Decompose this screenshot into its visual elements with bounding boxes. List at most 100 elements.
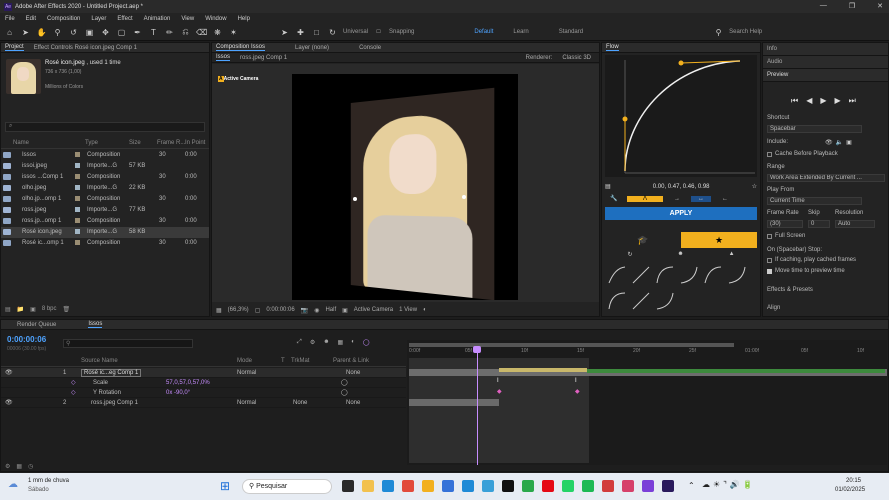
subtab-issos[interactable]: Issos xyxy=(216,54,231,61)
shortcut-dropdown[interactable]: Spacebar xyxy=(767,125,862,133)
hand-tool-icon[interactable]: ✋ xyxy=(36,28,47,37)
layer-name[interactable]: ross.jpeg Comp 1 xyxy=(91,400,138,406)
reset-exposure-icon[interactable]: ◐ xyxy=(423,307,427,313)
netflix-icon[interactable] xyxy=(542,480,554,492)
interpret-footage-icon[interactable]: ▤ xyxy=(5,306,11,313)
timeline-track-area[interactable]: 0:00f 05f 10f 15f 20f 25f 01:00f 05f 10f I I ◆ ◆ xyxy=(407,340,887,465)
selection-tool-icon[interactable]: ➤ xyxy=(20,28,31,37)
whatsapp-icon[interactable] xyxy=(562,480,574,492)
include-audio-icon[interactable]: 🔈 xyxy=(836,139,843,146)
keyframe-nav-icon[interactable]: ◇ xyxy=(71,389,76,396)
ease-toggle-icon[interactable]: Λ xyxy=(627,195,663,202)
menu-file[interactable]: File xyxy=(5,16,15,22)
resolution-dropdown[interactable]: Auto xyxy=(835,220,875,228)
refresh-icon[interactable]: ↻ xyxy=(627,251,632,261)
subtab-ross-comp[interactable]: ross.jpeg Comp 1 xyxy=(240,55,287,61)
shy-icon[interactable]: ☻ xyxy=(323,339,329,346)
render-time-icon[interactable]: ◷ xyxy=(28,463,33,470)
snapping-label[interactable]: Snapping xyxy=(389,29,414,35)
mail-icon[interactable] xyxy=(462,480,474,492)
tab-issos-timeline[interactable]: Issos xyxy=(88,321,103,328)
type-tool-icon[interactable]: T xyxy=(148,28,159,37)
app-icon-c[interactable] xyxy=(602,480,614,492)
taskbar-search-field[interactable]: ⚲ Pesquisar xyxy=(242,479,332,494)
after-effects-icon[interactable] xyxy=(662,480,674,492)
bezier-values-field[interactable]: 0.00, 0.47, 0.46, 0.98 xyxy=(617,184,746,190)
menu-composition[interactable]: Composition xyxy=(47,16,80,22)
header-in-point[interactable]: In Point xyxy=(185,140,205,146)
prev-frame-icon[interactable]: ◀ xyxy=(806,96,812,106)
range-dropdown[interactable]: Work Area Extended By Current ... xyxy=(767,174,885,182)
project-item-row[interactable]: olho.jpeg Importe...G 22 KB xyxy=(1,183,209,194)
tab-flow[interactable]: Flow xyxy=(606,44,619,51)
zoom-dropdown[interactable]: (66,3%) xyxy=(228,307,249,313)
motion-blur-icon[interactable]: ◐ xyxy=(351,339,355,346)
brush-tool-icon[interactable]: ✏ xyxy=(164,28,175,37)
keyframe-scale-a[interactable]: I xyxy=(497,378,499,384)
layer-parent[interactable]: None xyxy=(346,370,360,376)
weather-text[interactable]: 1 mm de chuva xyxy=(28,478,69,484)
both-arrow-icon[interactable]: ↔ xyxy=(691,195,711,202)
toggle-switches-icon[interactable]: ⚙ xyxy=(5,463,10,470)
include-overlay-icon[interactable]: ▣ xyxy=(846,139,852,146)
chrome-icon[interactable] xyxy=(402,480,414,492)
project-item-row[interactable]: olho.jp...omp 1 Composition 30 0:00 xyxy=(1,194,209,205)
tray-chevron-icon[interactable]: ⌃ xyxy=(688,481,695,490)
weather-icon[interactable]: ☁ xyxy=(8,479,18,490)
grid-icon[interactable]: ▦ xyxy=(216,307,222,314)
orbit-icon[interactable]: ↻ xyxy=(327,28,338,37)
layer-photo[interactable] xyxy=(350,87,495,301)
spotify-icon[interactable] xyxy=(582,480,594,492)
layer-parent[interactable]: None xyxy=(346,400,360,406)
project-item-row[interactable]: issos ...Comp 1 Composition 30 0:00 xyxy=(1,172,209,183)
workspace-default[interactable]: Default xyxy=(474,29,493,35)
move-time-checkbox[interactable] xyxy=(767,268,772,274)
playhead-handle[interactable] xyxy=(473,346,481,353)
rotate-tool-icon[interactable]: ↺ xyxy=(68,28,79,37)
workspace-learn[interactable]: Learn xyxy=(513,29,528,35)
audio-panel-header[interactable]: Audio xyxy=(767,59,782,65)
layer-2-bar[interactable] xyxy=(409,399,499,406)
photos-icon[interactable] xyxy=(482,480,494,492)
warning-icon[interactable]: ▲ xyxy=(729,251,735,261)
favorites-star-icon[interactable]: ★ xyxy=(681,232,757,248)
layer-row-1[interactable]: 👁 1 Rosé ic...eg Comp 1 Normal None xyxy=(1,368,406,378)
curve-graph[interactable] xyxy=(605,55,757,177)
copy-icon[interactable]: ▤ xyxy=(605,183,611,190)
playhead[interactable] xyxy=(477,347,478,465)
draft-3d-icon[interactable]: ⚙ xyxy=(310,339,315,346)
transparency-icon[interactable]: ▣ xyxy=(342,307,348,314)
visibility-icon[interactable]: 👁 xyxy=(5,369,13,376)
header-frame-rate[interactable]: Frame R... xyxy=(157,140,185,146)
graduation-cap-icon[interactable]: 🎓 xyxy=(605,232,681,248)
header-size[interactable]: Size xyxy=(129,140,141,146)
workspace-standard[interactable]: Standard xyxy=(559,29,583,35)
frame-blend-icon[interactable]: ▦ xyxy=(338,339,344,346)
trash-icon[interactable]: 🗑 xyxy=(63,306,71,313)
store-icon[interactable] xyxy=(442,480,454,492)
user-icon[interactable]: ☻ xyxy=(677,251,683,261)
zoom-tool-icon[interactable]: ⚲ xyxy=(52,28,63,37)
home-icon[interactable]: ⌂ xyxy=(4,28,15,37)
project-item-row[interactable]: Issos Composition 30 0:00 xyxy=(1,150,209,161)
menu-layer[interactable]: Layer xyxy=(91,16,106,22)
toggle-modes-icon[interactable]: ▦ xyxy=(16,463,22,470)
clone-tool-icon[interactable]: ⎌ xyxy=(180,27,191,37)
project-item-row[interactable]: ross.jpeg Importe...G 77 KB xyxy=(1,205,209,216)
new-folder-icon[interactable]: 📁 xyxy=(17,306,24,313)
tab-effect-controls[interactable]: Effect Controls Rosé icon.jpeg Comp 1 xyxy=(34,45,137,51)
search-icon[interactable]: ⚲ xyxy=(713,28,724,37)
rectangle-tool-icon[interactable]: ▢ xyxy=(116,28,127,37)
viewer-area[interactable]: AActive Camera xyxy=(212,64,599,302)
folder-icon[interactable] xyxy=(422,480,434,492)
world-axis-icon[interactable]: ✚ xyxy=(295,28,306,37)
minimize-button[interactable]: — xyxy=(820,2,827,10)
next-frame-icon[interactable]: ▶ xyxy=(835,96,841,106)
apply-button[interactable]: APPLY xyxy=(605,207,757,220)
tab-console[interactable]: Console xyxy=(359,45,381,51)
skip-dropdown[interactable]: 0 xyxy=(808,220,830,228)
search-help-field[interactable]: Search Help xyxy=(729,29,762,35)
widgets-icon[interactable] xyxy=(342,480,354,492)
effects-presets-header[interactable]: Effects & Presets xyxy=(767,287,813,293)
timeline-search-field[interactable]: ⚲ xyxy=(63,339,193,348)
